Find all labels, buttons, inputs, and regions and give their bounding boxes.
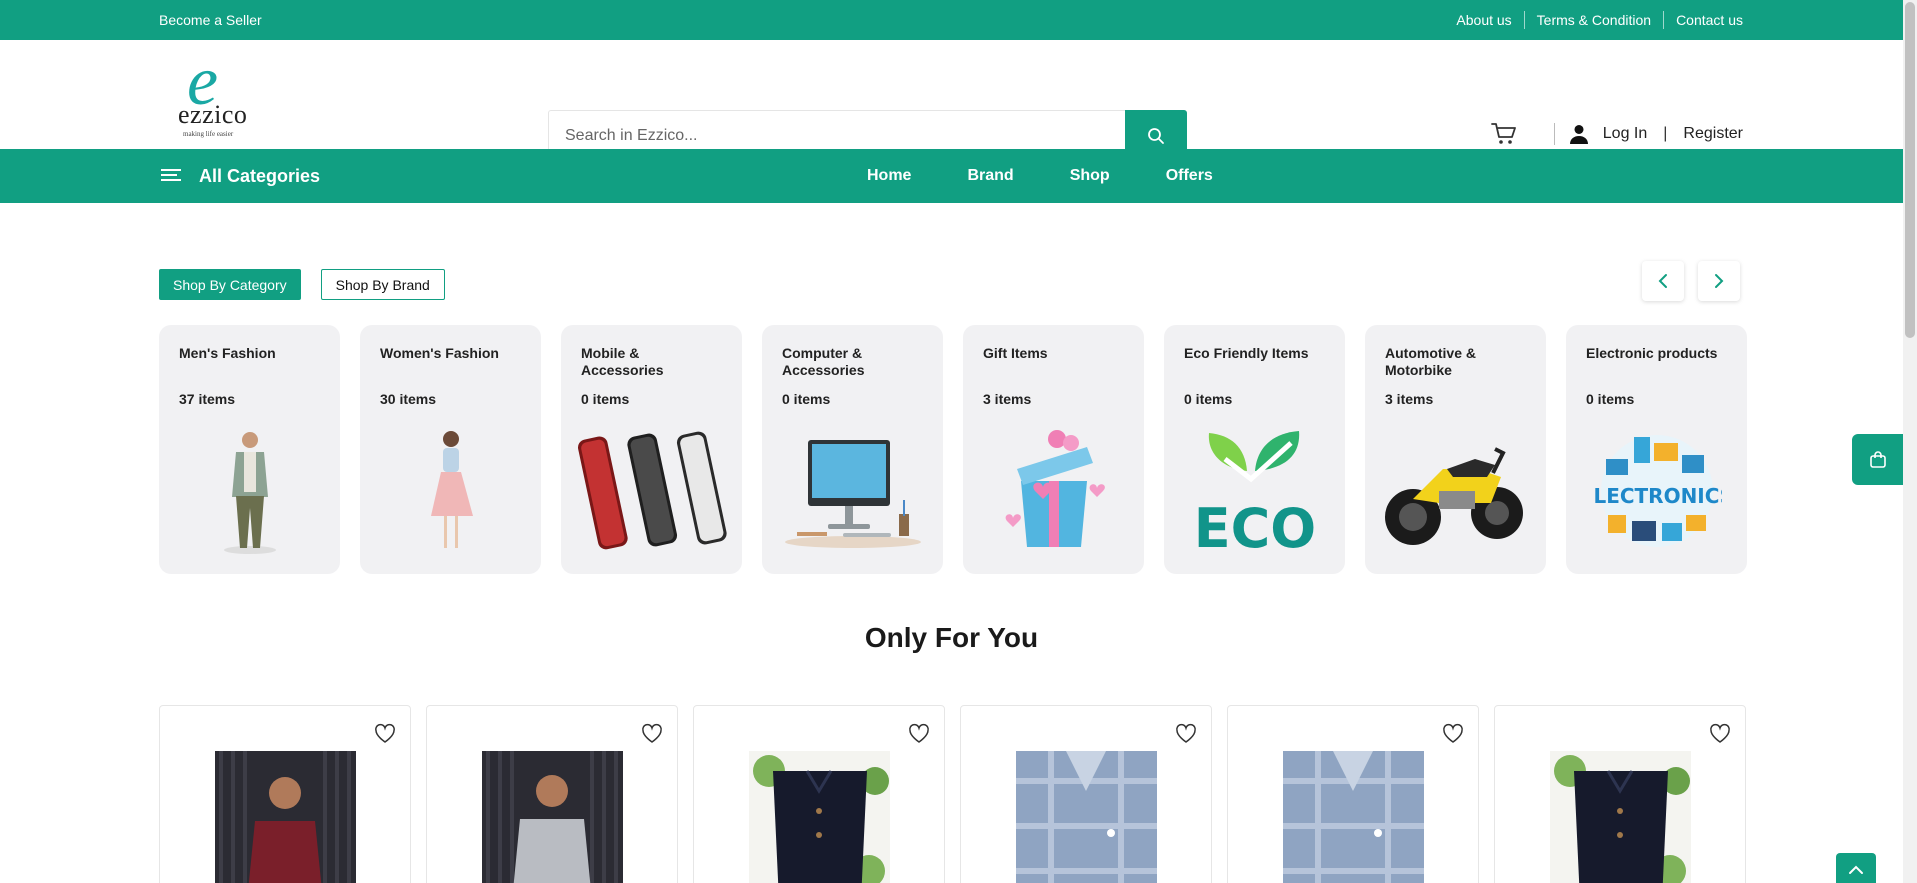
category-card[interactable]: Computer & Accessories 0 items <box>762 325 943 574</box>
search-icon <box>1148 127 1164 144</box>
cart-icon[interactable] <box>1490 120 1518 148</box>
nav-item-offers[interactable]: Offers <box>1166 167 1213 185</box>
product-image <box>482 751 623 883</box>
shopping-bag-icon <box>1869 450 1886 468</box>
eco-text: ECO <box>1193 497 1315 554</box>
computer-image <box>772 426 933 556</box>
wishlist-heart-icon[interactable] <box>1175 723 1197 745</box>
category-count: 37 items <box>179 391 236 407</box>
carousel-controls <box>1642 261 1754 301</box>
electronics-text: ELECTRONICS <box>1592 484 1722 508</box>
ezzico-logo[interactable]: e ezzico making life easier <box>159 45 264 145</box>
wishlist-heart-icon[interactable] <box>1709 723 1731 745</box>
category-card[interactable]: Men's Fashion 37 items <box>159 325 340 574</box>
product-card[interactable] <box>693 705 945 883</box>
product-card[interactable] <box>960 705 1212 883</box>
back-to-top-button[interactable] <box>1836 853 1876 883</box>
category-card[interactable]: Automotive & Motorbike 3 items <box>1365 325 1546 574</box>
tab-shop-by-brand[interactable]: Shop By Brand <box>320 269 445 300</box>
header: e ezzico making life easier Log In | Reg… <box>0 40 1917 161</box>
terms-link[interactable]: Terms & Condition <box>1523 11 1663 29</box>
category-count: 0 items <box>1586 391 1635 407</box>
chevron-right-icon <box>1715 274 1724 288</box>
eco-logo-image: ECO <box>1174 426 1335 556</box>
category-count: 0 items <box>1184 391 1233 407</box>
scrollbar-thumb[interactable] <box>1905 2 1915 338</box>
product-card[interactable] <box>426 705 678 883</box>
mobile-phones-image <box>571 426 732 556</box>
category-card[interactable]: Women's Fashion 30 items <box>360 325 541 574</box>
tab-shop-by-category[interactable]: Shop By Category <box>159 269 301 300</box>
wishlist-heart-icon[interactable] <box>908 723 930 745</box>
category-name: Electronic products <box>1586 345 1718 361</box>
wishlist-heart-icon[interactable] <box>1442 723 1464 745</box>
category-name: Gift Items <box>983 345 1048 361</box>
motorbike-image <box>1375 426 1536 556</box>
gift-box-image <box>973 426 1134 556</box>
category-count: 3 items <box>983 391 1032 407</box>
category-name: Women's Fashion <box>380 345 499 361</box>
all-categories-label: All Categories <box>199 165 321 186</box>
nav-item-brand[interactable]: Brand <box>967 167 1013 185</box>
separator: | <box>1663 125 1668 142</box>
logo-tagline: making life easier <box>183 129 234 138</box>
scrollbar[interactable] <box>1903 0 1917 883</box>
wishlist-heart-icon[interactable] <box>374 723 396 745</box>
become-seller-link[interactable]: Become a Seller <box>159 12 262 28</box>
nav-menu: Home Brand Shop Offers <box>867 167 1269 185</box>
next-button[interactable] <box>1698 261 1740 301</box>
category-count: 3 items <box>1385 391 1434 407</box>
category-name: Eco Friendly Items <box>1184 345 1309 361</box>
logo-name: ezzico <box>178 99 248 129</box>
main-nav: All Categories Home Brand Shop Offers <box>0 149 1917 203</box>
category-card[interactable]: Mobile & Accessories 0 items <box>561 325 742 574</box>
chevron-up-icon <box>1849 865 1863 874</box>
nav-item-shop[interactable]: Shop <box>1070 167 1110 185</box>
category-count: 30 items <box>380 391 437 407</box>
product-image <box>1550 751 1691 883</box>
category-carousel: Men's Fashion 37 items Women's Fashion 3… <box>159 325 1767 574</box>
category-name: Mobile & Accessories <box>581 345 664 378</box>
shop-tabs: Shop By Category Shop By Brand <box>159 269 465 300</box>
product-image <box>1283 751 1424 883</box>
category-card[interactable]: Gift Items 3 items <box>963 325 1144 574</box>
nav-item-home[interactable]: Home <box>867 167 911 185</box>
about-us-link[interactable]: About us <box>1444 11 1523 29</box>
divider <box>1553 123 1555 145</box>
menu-icon <box>161 169 181 181</box>
prev-button[interactable] <box>1642 261 1684 301</box>
category-count: 0 items <box>581 391 630 407</box>
category-name: Computer & Accessories <box>782 345 865 378</box>
product-card[interactable] <box>1494 705 1746 883</box>
login-link[interactable]: Log In <box>1603 125 1647 143</box>
page: Become a Seller About us Terms & Conditi… <box>0 0 1917 883</box>
product-card[interactable] <box>1227 705 1479 883</box>
mens-fashion-image <box>169 426 330 556</box>
top-links: About us Terms & Condition Contact us <box>1444 11 1743 29</box>
chevron-left-icon <box>1658 274 1667 288</box>
category-name: Men's Fashion <box>179 345 276 361</box>
product-image <box>749 751 890 883</box>
electronics-image: ELECTRONICS <box>1576 426 1737 556</box>
floating-cart-button[interactable] <box>1852 434 1903 485</box>
user-icon <box>1569 125 1588 144</box>
contact-us-link[interactable]: Contact us <box>1663 11 1743 29</box>
section-title: Only For You <box>864 622 1039 653</box>
product-image <box>1016 751 1157 883</box>
womens-fashion-image <box>370 426 531 556</box>
all-categories-button[interactable]: All Categories <box>161 166 320 187</box>
category-card[interactable]: Eco Friendly Items 0 items ECO <box>1164 325 1345 574</box>
top-bar: Become a Seller About us Terms & Conditi… <box>0 0 1917 40</box>
product-card[interactable] <box>159 705 411 883</box>
product-grid <box>159 705 1761 883</box>
wishlist-heart-icon[interactable] <box>641 723 663 745</box>
register-link[interactable]: Register <box>1683 125 1743 143</box>
account-area: Log In | Register <box>1490 120 1743 148</box>
product-image <box>215 751 356 883</box>
category-card[interactable]: Electronic products 0 items ELECTRONICS <box>1566 325 1747 574</box>
category-name: Automotive & Motorbike <box>1385 345 1476 378</box>
category-count: 0 items <box>782 391 831 407</box>
